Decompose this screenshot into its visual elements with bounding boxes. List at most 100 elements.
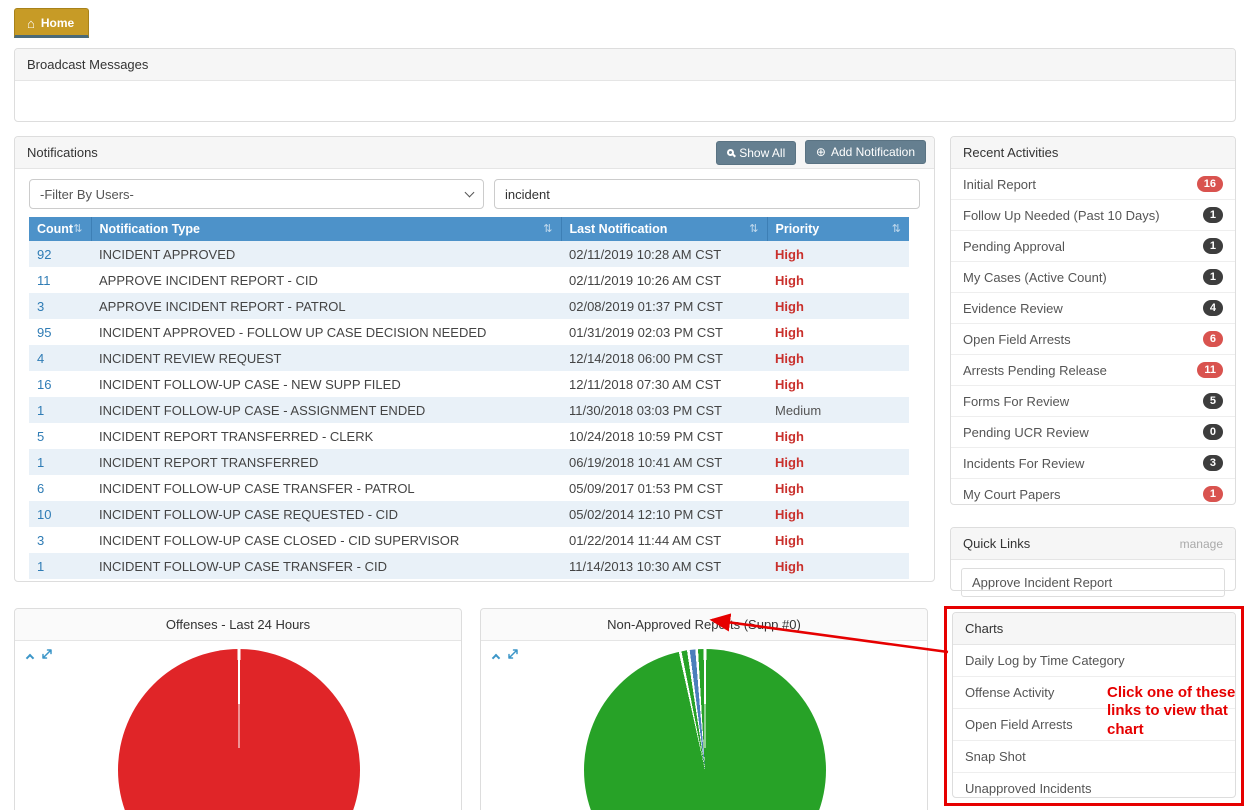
filter-by-users-select[interactable]: -Filter By Users- — [29, 179, 484, 209]
notification-type: APPROVE INCIDENT REPORT - CID — [91, 267, 561, 293]
priority-value: High — [767, 527, 909, 553]
count-link[interactable]: 11 — [29, 267, 91, 293]
nonapproved-chart-panel: Non-Approved Reports (Supp #0) — [480, 608, 928, 810]
notification-row[interactable]: 3APPROVE INCIDENT REPORT - PATROL02/08/2… — [29, 293, 909, 319]
count-link[interactable]: 1 — [29, 553, 91, 579]
recent-activity-item[interactable]: Arrests Pending Release11 — [951, 355, 1235, 386]
recent-activity-item[interactable]: Pending UCR Review 0 — [951, 417, 1235, 448]
recent-activity-item[interactable]: Initial Report16 — [951, 169, 1235, 200]
count-link[interactable]: 92 — [29, 241, 91, 267]
notifications-table-body: 92INCIDENT APPROVED02/11/2019 10:28 AM C… — [29, 241, 909, 579]
recent-activities-header: Recent Activities — [951, 137, 1235, 169]
count-badge: 5 — [1203, 393, 1223, 409]
count-link[interactable]: 5 — [29, 423, 91, 449]
charts-title: Charts — [965, 621, 1003, 636]
notification-type: INCIDENT FOLLOW-UP CASE - ASSIGNMENT END… — [91, 397, 561, 423]
add-notification-button[interactable]: ⊕ Add Notification — [805, 140, 926, 164]
manage-link[interactable]: manage — [1180, 537, 1223, 551]
offenses-pie-chart — [118, 649, 360, 810]
recent-activity-item[interactable]: Incidents For Review3 — [951, 448, 1235, 479]
column-type[interactable]: Notification Type⇅ — [91, 217, 561, 241]
notification-row[interactable]: 1INCIDENT FOLLOW-UP CASE TRANSFER - CID1… — [29, 553, 909, 579]
quick-links-title: Quick Links — [963, 536, 1030, 551]
notification-row[interactable]: 5INCIDENT REPORT TRANSFERRED - CLERK10/2… — [29, 423, 909, 449]
recent-activity-item[interactable]: My Court Papers1 — [951, 479, 1235, 509]
collapse-icon[interactable] — [492, 653, 500, 661]
recent-activity-item[interactable]: Evidence Review4 — [951, 293, 1235, 324]
activity-label: Incidents For Review — [963, 456, 1084, 471]
count-link[interactable]: 6 — [29, 475, 91, 501]
last-notification-date: 02/11/2019 10:28 AM CST — [561, 241, 767, 267]
recent-activity-item[interactable]: Follow Up Needed (Past 10 Days)1 — [951, 200, 1235, 231]
count-badge: 1 — [1203, 207, 1223, 223]
notifications-filter-row: -Filter By Users- — [15, 169, 934, 215]
priority-value: High — [767, 553, 909, 579]
notification-row[interactable]: 10INCIDENT FOLLOW-UP CASE REQUESTED - CI… — [29, 501, 909, 527]
notification-row[interactable]: 11APPROVE INCIDENT REPORT - CID02/11/201… — [29, 267, 909, 293]
chart-link-item[interactable]: Open Field Arrests — [953, 709, 1235, 741]
notification-row[interactable]: 3INCIDENT FOLLOW-UP CASE CLOSED - CID SU… — [29, 527, 909, 553]
quick-link-item[interactable]: Approve Incident Report — [961, 568, 1225, 597]
count-link[interactable]: 4 — [29, 345, 91, 371]
notification-type: INCIDENT FOLLOW-UP CASE - NEW SUPP FILED — [91, 371, 561, 397]
quick-links-header: Quick Links manage — [951, 528, 1235, 560]
priority-value: High — [767, 241, 909, 267]
notification-row[interactable]: 95INCIDENT APPROVED - FOLLOW UP CASE DEC… — [29, 319, 909, 345]
priority-value: High — [767, 475, 909, 501]
notification-type: INCIDENT REPORT TRANSFERRED - CLERK — [91, 423, 561, 449]
priority-value: Medium — [767, 397, 909, 423]
notifications-actions: Show All ⊕ Add Notification — [716, 140, 926, 165]
notification-type: INCIDENT FOLLOW-UP CASE TRANSFER - PATRO… — [91, 475, 561, 501]
recent-activity-item[interactable]: Open Field Arrests6 — [951, 324, 1235, 355]
activity-label: My Court Papers — [963, 487, 1061, 502]
count-link[interactable]: 1 — [29, 397, 91, 423]
chart-link-item[interactable]: Unapproved Incidents — [953, 773, 1235, 804]
count-link[interactable]: 3 — [29, 293, 91, 319]
priority-value: High — [767, 501, 909, 527]
collapse-icon[interactable] — [26, 653, 34, 661]
column-count[interactable]: Count⇅ — [29, 217, 91, 241]
notifications-title: Notifications — [27, 145, 98, 160]
count-link[interactable]: 3 — [29, 527, 91, 553]
count-link[interactable]: 95 — [29, 319, 91, 345]
show-all-button[interactable]: Show All — [716, 141, 796, 165]
recent-activity-item[interactable]: Pending Approval1 — [951, 231, 1235, 262]
notification-row[interactable]: 1INCIDENT FOLLOW-UP CASE - ASSIGNMENT EN… — [29, 397, 909, 423]
offenses-chart-title: Offenses - Last 24 Hours — [166, 617, 310, 632]
last-notification-date: 02/08/2019 01:37 PM CST — [561, 293, 767, 319]
nonapproved-pie-chart — [584, 649, 826, 810]
tab-home[interactable]: ⌂ Home — [14, 8, 89, 38]
notification-row[interactable]: 16INCIDENT FOLLOW-UP CASE - NEW SUPP FIL… — [29, 371, 909, 397]
notification-type: INCIDENT FOLLOW-UP CASE CLOSED - CID SUP… — [91, 527, 561, 553]
expand-icon[interactable] — [41, 647, 53, 665]
sort-icon: ⇅ — [749, 222, 758, 235]
search-icon — [727, 149, 734, 156]
column-priority[interactable]: Priority⇅ — [767, 217, 909, 241]
notification-search-input[interactable] — [494, 179, 920, 209]
expand-icon[interactable] — [507, 647, 519, 665]
priority-value: High — [767, 267, 909, 293]
notification-row[interactable]: 4INCIDENT REVIEW REQUEST12/14/2018 06:00… — [29, 345, 909, 371]
column-last-notification[interactable]: Last Notification⇅ — [561, 217, 767, 241]
tab-home-label: Home — [41, 16, 74, 30]
recent-activity-item[interactable]: Forms For Review5 — [951, 386, 1235, 417]
activity-label: Open Field Arrests — [963, 332, 1071, 347]
chart-link-item[interactable]: Daily Log by Time Category — [953, 645, 1235, 677]
add-icon: ⊕ — [816, 145, 826, 159]
activity-label: Evidence Review — [963, 301, 1063, 316]
count-link[interactable]: 16 — [29, 371, 91, 397]
notification-row[interactable]: 92INCIDENT APPROVED02/11/2019 10:28 AM C… — [29, 241, 909, 267]
activity-label: Pending UCR Review — [963, 425, 1089, 440]
nonapproved-chart-header: Non-Approved Reports (Supp #0) — [481, 609, 927, 641]
recent-activity-item[interactable]: My Cases (Active Count)1 — [951, 262, 1235, 293]
count-badge: 0 — [1203, 424, 1223, 440]
notification-row[interactable]: 6INCIDENT FOLLOW-UP CASE TRANSFER - PATR… — [29, 475, 909, 501]
count-link[interactable]: 10 — [29, 501, 91, 527]
last-notification-date: 06/19/2018 10:41 AM CST — [561, 449, 767, 475]
notification-row[interactable]: 1INCIDENT REPORT TRANSFERRED06/19/2018 1… — [29, 449, 909, 475]
priority-value: High — [767, 449, 909, 475]
chart-link-item[interactable]: Offense Activity — [953, 677, 1235, 709]
chart-link-item[interactable]: Snap Shot — [953, 741, 1235, 773]
count-link[interactable]: 1 — [29, 449, 91, 475]
notifications-panel: Notifications Show All ⊕ Add Notificatio… — [14, 136, 935, 582]
